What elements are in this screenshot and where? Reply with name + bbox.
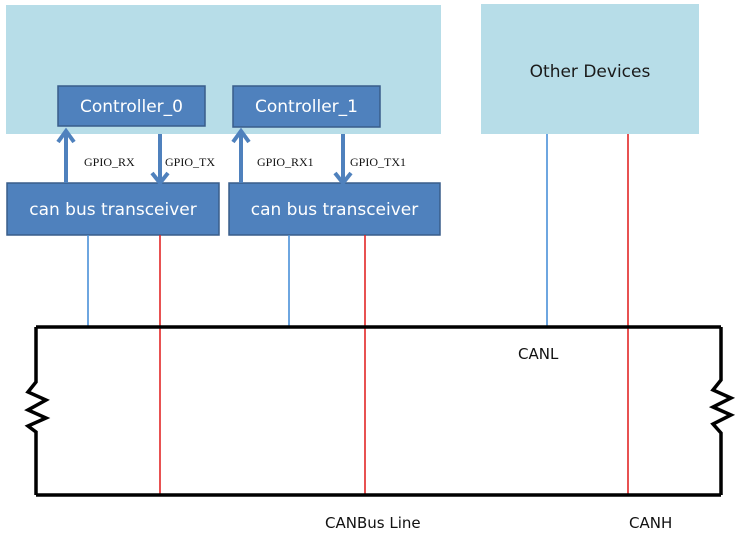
arrow-down-icon bbox=[333, 134, 353, 187]
transceiver-1-label: can bus transceiver bbox=[251, 200, 419, 220]
controller-1: Controller_1 bbox=[232, 85, 381, 128]
transceiver-0: can bus transceiver bbox=[6, 182, 220, 236]
transceiver-1: can bus transceiver bbox=[228, 182, 441, 236]
controller-0: Controller_0 bbox=[57, 85, 206, 127]
canh-label: CANH bbox=[629, 514, 672, 532]
arrow-up-icon bbox=[231, 127, 251, 183]
controller-1-label: Controller_1 bbox=[255, 97, 358, 117]
transceiver-0-label: can bus transceiver bbox=[29, 200, 197, 220]
other-devices-label: Other Devices bbox=[530, 62, 651, 82]
canl-label: CANL bbox=[518, 345, 559, 363]
arrow-up-icon bbox=[56, 127, 76, 183]
signal-gpio-tx: GPIO_TX bbox=[165, 155, 215, 169]
controller-0-label: Controller_0 bbox=[80, 97, 183, 117]
resistor-left-icon bbox=[24, 327, 51, 495]
signal-gpio-rx1: GPIO_RX1 bbox=[257, 155, 314, 169]
signal-gpio-tx1: GPIO_TX1 bbox=[350, 155, 406, 169]
signal-gpio-rx: GPIO_RX bbox=[84, 155, 135, 169]
canbus-line-label: CANBus Line bbox=[325, 514, 421, 532]
can-bus-diagram: Other Devices Controller_0 Controller_1 … bbox=[6, 4, 736, 532]
resistor-right-icon bbox=[708, 327, 736, 495]
